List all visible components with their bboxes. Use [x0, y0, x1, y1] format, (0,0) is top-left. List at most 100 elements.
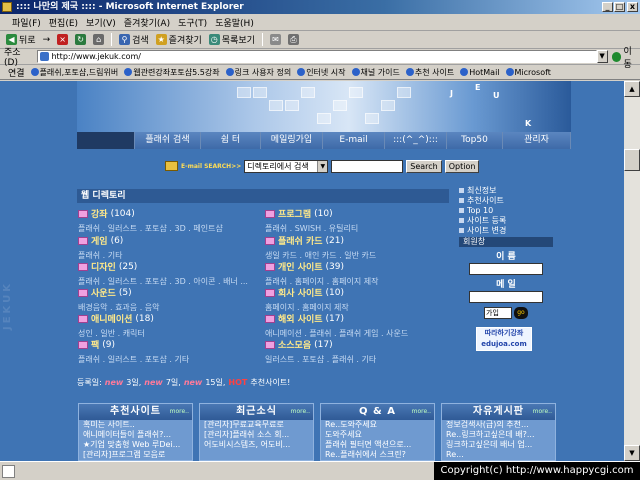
minimize-button[interactable]: _ — [602, 2, 613, 12]
mail-button[interactable]: ✉ — [268, 34, 283, 45]
list-item[interactable]: 링크하고싶은데 배너 업... — [442, 440, 555, 450]
search-input[interactable] — [331, 159, 404, 173]
more-link[interactable]: more.. — [291, 404, 310, 420]
menu-edit[interactable]: 편집(E) — [49, 16, 78, 29]
nav-rest[interactable]: 쉼 터 — [201, 132, 261, 149]
list-item[interactable]: 플래쉬 필터면 액션으로... — [321, 440, 434, 450]
nav-email[interactable]: E-mail — [323, 132, 385, 149]
link-item[interactable]: 채널 가이드 — [351, 67, 400, 78]
option-button[interactable]: Option — [444, 159, 480, 173]
menu-latest[interactable]: 최신정보 — [459, 185, 553, 195]
category-link[interactable]: 프로그램 — [278, 207, 311, 220]
search-button[interactable]: Search — [406, 159, 442, 173]
menu-change-site[interactable]: 사이트 변경 — [459, 225, 553, 235]
list-item[interactable]: 애니메이터들이 플래쉬?... — [79, 430, 192, 440]
category-subs[interactable]: 플래쉬 . 일러스트 . 포토샵 . 3D . 페인트샵 — [78, 223, 258, 234]
name-input[interactable] — [469, 263, 543, 275]
link-item[interactable]: 링크 사용자 정의 — [225, 67, 291, 78]
nav-smile[interactable]: :::(^_^)::: — [385, 132, 447, 149]
partner-banner[interactable]: 따라하기강좌 edujoa.com — [476, 327, 532, 351]
list-item[interactable]: Re..링크하고싶은데 배?... — [442, 430, 555, 440]
folder-icon — [265, 209, 275, 218]
menu-top10[interactable]: Top 10 — [459, 205, 553, 215]
list-item[interactable]: 정보검색사(급)의 추천... — [442, 420, 555, 430]
menu-help[interactable]: 도움말(H) — [215, 16, 254, 29]
forward-button[interactable]: → — [41, 35, 53, 45]
address-input[interactable]: http://www.jekuk.com/ — [37, 50, 597, 63]
folder-icon — [78, 340, 88, 349]
list-item[interactable]: [관리자]플래쉬 소스 회... — [200, 430, 313, 440]
new-badge: new — [144, 378, 163, 387]
title-bar: :::: 나만의 제국 :::: - Microsoft Internet Ex… — [0, 0, 640, 14]
link-item[interactable]: HotMail — [460, 68, 500, 77]
scroll-up-button[interactable]: ▲ — [624, 81, 640, 97]
favorites-button[interactable]: ★ 즐겨찾기 — [154, 33, 204, 46]
go-arrow-icon — [611, 51, 622, 62]
menu-view[interactable]: 보기(V) — [86, 16, 116, 29]
category-link[interactable]: 해외 사이트 — [278, 312, 323, 325]
list-item[interactable]: 어도비시스템즈, 어도비... — [200, 440, 313, 450]
print-icon: ⎙ — [287, 34, 299, 45]
join-select[interactable]: 가입 — [484, 307, 512, 319]
more-link[interactable]: more.. — [170, 404, 189, 420]
menu-file[interactable]: 파일(F) — [12, 16, 41, 29]
link-item[interactable]: 추천 사이트 — [405, 67, 454, 78]
nav-admin[interactable]: 관리자 — [503, 132, 571, 149]
banner-tile — [365, 113, 379, 124]
ie-link-icon — [505, 68, 514, 76]
address-dropdown[interactable]: ▼ — [596, 50, 608, 63]
search-button[interactable]: ⚲ 검색 — [117, 33, 151, 46]
more-link[interactable]: more.. — [412, 404, 431, 420]
vertical-scrollbar[interactable]: ▲ ▼ — [624, 81, 640, 461]
banner-tile — [381, 100, 395, 111]
close-button[interactable]: x — [627, 2, 638, 12]
category-link[interactable]: 사운드 — [91, 286, 116, 299]
link-item[interactable]: 인터넷 시작 — [297, 67, 346, 78]
recommended-sites-box: 추천사이트 more.. 혹미는 사이트.. 애니메이터들이 플래쉬?... ★기… — [78, 403, 193, 461]
mail-input[interactable] — [469, 291, 543, 303]
category-link[interactable]: 디자인 — [91, 260, 116, 273]
menu-favorites[interactable]: 즐겨찾기(A) — [124, 16, 170, 29]
link-item[interactable]: 웹관련강좌포토샵5.5강좌 — [124, 67, 220, 78]
nav-flash-search[interactable]: 플래쉬 검색 — [135, 132, 201, 149]
list-item[interactable]: ★기업 맞춤형 Web 루Dei... — [79, 440, 192, 450]
category-subs[interactable]: 플래쉬 . 일러스트 . 포토샵 . 기타 — [78, 354, 258, 365]
category-subs[interactable]: 일러스트 . 포토샵 . 플래쉬 . 기타 — [265, 354, 445, 365]
folder-icon — [265, 288, 275, 297]
nav-top50[interactable]: Top50 — [447, 132, 503, 149]
home-button[interactable]: ⌂ — [91, 34, 106, 45]
menu-tools[interactable]: 도구(T) — [178, 16, 207, 29]
link-item[interactable]: 플래쉬,포토샵,드림위버 — [30, 67, 118, 78]
category-link[interactable]: 강좌 — [91, 207, 108, 220]
link-item[interactable]: Microsoft — [505, 68, 551, 77]
list-item[interactable]: [관리자]무료교육무료로 — [200, 420, 313, 430]
stop-button[interactable]: × — [55, 34, 70, 45]
category-link[interactable]: 팩 — [91, 338, 99, 351]
list-item[interactable]: 혹미는 사이트.. — [79, 420, 192, 430]
history-button[interactable]: ◷ 목록보기 — [207, 33, 257, 46]
menu-register-site[interactable]: 사이트 등록 — [459, 215, 553, 225]
print-button[interactable]: ⎙ — [286, 34, 301, 45]
ie-link-icon — [225, 68, 234, 76]
list-item[interactable]: 도와주세요 — [321, 430, 434, 440]
nav-mailing[interactable]: 메일링가입 — [261, 132, 323, 149]
list-item[interactable]: Re... — [442, 450, 555, 460]
search-scope-select[interactable]: 디렉토리에서 검색 ▼ — [244, 159, 329, 173]
more-link[interactable]: more.. — [533, 404, 552, 420]
category-link[interactable]: 플래쉬 카드 — [278, 234, 323, 247]
maximize-button[interactable]: □ — [614, 2, 625, 12]
category-subs[interactable]: 플래쉬 . SWISH . 유틸리티 — [265, 223, 445, 234]
category-link[interactable]: 개인 사이트 — [278, 260, 323, 273]
category-link[interactable]: 회사 사이트 — [278, 286, 323, 299]
list-item[interactable]: Re..플래쉬에서 스크린? — [321, 450, 434, 460]
category-link[interactable]: 소스모음 — [278, 338, 311, 351]
go-button[interactable]: go — [514, 307, 528, 319]
category-link[interactable]: 게임 — [91, 234, 108, 247]
menu-recommended[interactable]: 추천사이트 — [459, 195, 553, 205]
category-link[interactable]: 애니메이션 — [91, 312, 132, 325]
scroll-thumb[interactable] — [624, 149, 640, 171]
scroll-down-button[interactable]: ▼ — [624, 445, 640, 461]
list-item[interactable]: [관리자]프로그램 모음로 — [79, 450, 192, 460]
refresh-button[interactable]: ↻ — [73, 34, 88, 45]
list-item[interactable]: Re..도와주세요 — [321, 420, 434, 430]
